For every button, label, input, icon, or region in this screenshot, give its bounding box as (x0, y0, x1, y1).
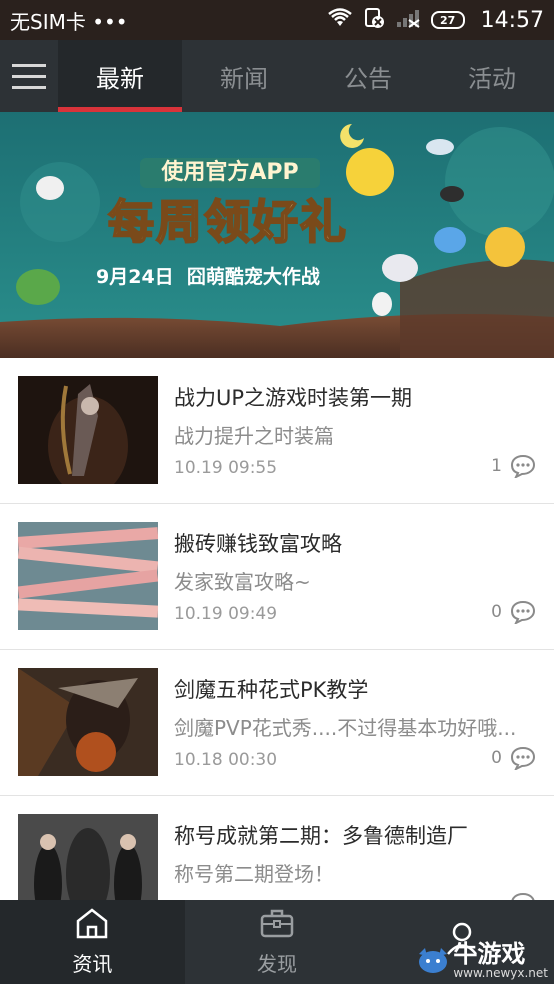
tab-announcements[interactable]: 公告 (306, 40, 430, 112)
comment-count[interactable] (510, 892, 536, 900)
banner-event-text: 9月24日 囧萌酷宠大作战 (96, 266, 320, 288)
article-thumbnail (18, 522, 158, 630)
bottom-nav-news-label: 资讯 (72, 952, 113, 976)
tab-events[interactable]: 活动 (430, 40, 554, 112)
carrier-label: 无SIM卡 ••• (10, 9, 128, 34)
article-title: 称号成就第二期：多鲁德制造厂 (174, 824, 468, 848)
top-nav: 最新 新闻 公告 活动 (0, 40, 554, 112)
bottom-nav-news[interactable]: 资讯 (0, 900, 185, 984)
comment-count-value: 0 (491, 748, 502, 768)
article-summary: 发家致富攻略~ (174, 570, 311, 594)
menu-icon[interactable] (0, 40, 58, 112)
article-date: 10.18 00:30 (174, 750, 278, 770)
article-thumbnail (18, 814, 158, 900)
bottom-nav-discover[interactable]: 发现 (185, 900, 370, 984)
comment-icon (510, 892, 536, 900)
sim-off-icon (363, 7, 385, 34)
watermark-title: 牛游戏 (453, 940, 526, 969)
article-thumbnail (18, 668, 158, 776)
article-summary: 称号第二期登场！ (174, 862, 334, 886)
home-icon (74, 907, 110, 944)
wifi-icon (327, 7, 353, 33)
article-item[interactable]: 搬砖赚钱致富攻略 发家致富攻略~ 10.19 09:49 0 (0, 504, 554, 650)
article-summary: 剑魔PVP花式秀....不过得基本功好哦... (174, 716, 517, 740)
status-bar: 无SIM卡 ••• 27 14:57 (0, 0, 554, 40)
bottom-nav-discover-label: 发现 (257, 952, 297, 976)
watermark-logo-icon (415, 946, 451, 980)
comment-count-value: 1 (491, 456, 502, 476)
comment-count[interactable]: 0 (491, 600, 536, 624)
tab-news[interactable]: 新闻 (182, 40, 306, 112)
watermark-url: www.newyx.net (453, 966, 548, 981)
comment-icon (510, 454, 536, 478)
tab-latest[interactable]: 最新 (58, 40, 182, 112)
banner-subtitle: 使用官方APP (140, 158, 320, 188)
article-summary: 战力提升之时装篇 (174, 424, 334, 448)
article-list: 战力UP之游戏时装第一期 战力提升之时装篇 10.19 09:55 1 搬砖赚钱… (0, 358, 554, 900)
comment-count-value: 0 (491, 602, 502, 622)
article-thumbnail (18, 376, 158, 484)
signal-icon (395, 8, 421, 33)
article-item[interactable]: 称号成就第二期：多鲁德制造厂 称号第二期登场！ (0, 796, 554, 900)
clock: 14:57 (480, 7, 544, 33)
article-item[interactable]: 剑魔五种花式PK教学 剑魔PVP花式秀....不过得基本功好哦... 10.18… (0, 650, 554, 796)
banner-headline: 每周领好礼 (107, 194, 348, 250)
comment-count[interactable]: 1 (491, 454, 536, 478)
article-date: 10.19 09:49 (174, 604, 278, 624)
briefcase-icon (259, 907, 295, 944)
bottom-nav: 资讯 发现 牛游戏 www.newyx.net (0, 900, 554, 984)
comment-icon (510, 600, 536, 624)
site-watermark: 牛游戏 www.newyx.net (415, 942, 548, 980)
article-title: 搬砖赚钱致富攻略 (174, 532, 342, 556)
comment-icon (510, 746, 536, 770)
promo-banner[interactable]: 使用官方APP 每周领好礼 9月24日 囧萌酷宠大作战 (0, 112, 554, 358)
article-title: 剑魔五种花式PK教学 (174, 678, 369, 702)
article-item[interactable]: 战力UP之游戏时装第一期 战力提升之时装篇 10.19 09:55 1 (0, 358, 554, 504)
battery-indicator: 27 (430, 11, 465, 29)
article-title: 战力UP之游戏时装第一期 (174, 386, 413, 410)
article-date: 10.19 09:55 (174, 458, 278, 478)
comment-count[interactable]: 0 (491, 746, 536, 770)
